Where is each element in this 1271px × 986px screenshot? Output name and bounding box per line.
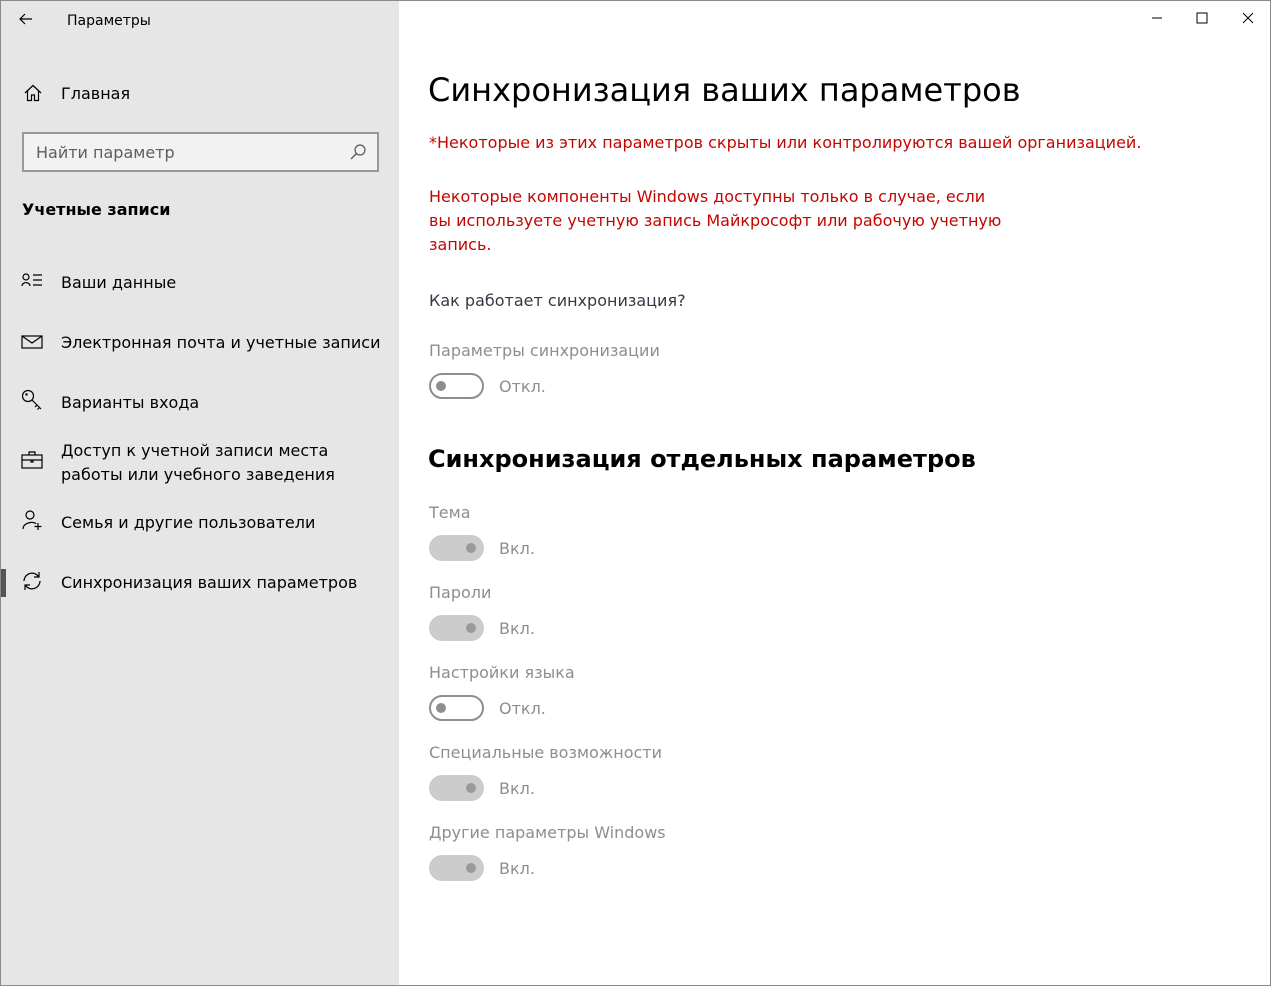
sidebar-item-home[interactable]: Главная [1,73,399,115]
sync-settings-label: Параметры синхронизации [429,341,660,360]
person-card-icon [21,273,42,287]
toggle-knob [466,543,476,553]
active-indicator [1,569,6,597]
section-title: Учетные записи [22,200,171,219]
language-label: Настройки языка [429,663,575,682]
how-sync-works-link[interactable]: Как работает синхронизация? [429,291,686,310]
toggle-knob [466,863,476,873]
accessibility-label: Специальные возможности [429,743,663,762]
accessibility-toggle[interactable] [429,775,484,801]
theme-toggle[interactable] [429,535,484,561]
toggle-knob [466,623,476,633]
settings-window: Параметры Главная Учетные записи Ваши да… [0,0,1271,986]
sidebar-item-label: Главная [61,84,131,103]
sync-settings-toggle[interactable] [429,373,484,399]
toggle-knob [466,783,476,793]
sidebar-item-label: Синхронизация ваших параметров [61,573,358,592]
home-icon [24,84,42,102]
back-button[interactable] [11,5,41,33]
toggle-knob [436,381,446,391]
back-arrow-icon [19,13,32,25]
passwords-toggle[interactable] [429,615,484,641]
sidebar-item-work-access[interactable]: Доступ к учетной записи места работы или… [1,437,399,493]
main-content: Синхронизация ваших параметров *Некоторы… [399,1,1270,985]
sidebar-item-label: Ваши данные [61,273,177,292]
sidebar-item-label: Варианты входа [61,393,200,412]
add-person-icon [22,510,42,530]
sidebar-item-label: Семья и другие пользователи [61,513,316,532]
sync-settings-state: Откл. [499,377,546,396]
sidebar-item-sign-in[interactable]: Варианты входа [1,375,399,431]
sidebar-item-label: Доступ к учетной записи места работы или… [61,441,335,484]
passwords-state: Вкл. [499,619,535,638]
toggle-knob [436,703,446,713]
accessibility-state: Вкл. [499,779,535,798]
sidebar-item-your-info[interactable]: Ваши данные [1,255,399,311]
theme-label: Тема [429,503,471,522]
key-icon [21,389,42,410]
sidebar-item-email[interactable]: Электронная почта и учетные записи [1,315,399,371]
org-policy-warning: *Некоторые из этих параметров скрыты или… [429,133,1142,152]
other-windows-settings-label: Другие параметры Windows [429,823,666,842]
sidebar-item-sync[interactable]: Синхронизация ваших параметров [1,555,399,611]
language-toggle[interactable] [429,695,484,721]
search-box[interactable] [22,132,379,172]
search-input[interactable] [24,134,344,170]
passwords-label: Пароли [429,583,492,602]
briefcase-icon [21,451,43,469]
theme-state: Вкл. [499,539,535,558]
other-windows-settings-toggle[interactable] [429,855,484,881]
sync-icon [23,572,41,590]
sidebar-item-label: Электронная почта и учетные записи [61,333,381,352]
page-title: Синхронизация ваших параметров [428,71,1021,109]
account-warning: Некоторые компоненты Windows доступны то… [429,187,1002,254]
mail-icon [21,335,43,349]
app-title: Параметры [67,13,151,29]
sidebar: Параметры Главная Учетные записи Ваши да… [1,1,399,985]
search-icon[interactable] [349,143,367,161]
individual-sync-title: Синхронизация отдельных параметров [428,445,976,473]
sidebar-item-family[interactable]: Семья и другие пользователи [1,495,399,551]
language-state: Откл. [499,699,546,718]
other-windows-settings-state: Вкл. [499,859,535,878]
